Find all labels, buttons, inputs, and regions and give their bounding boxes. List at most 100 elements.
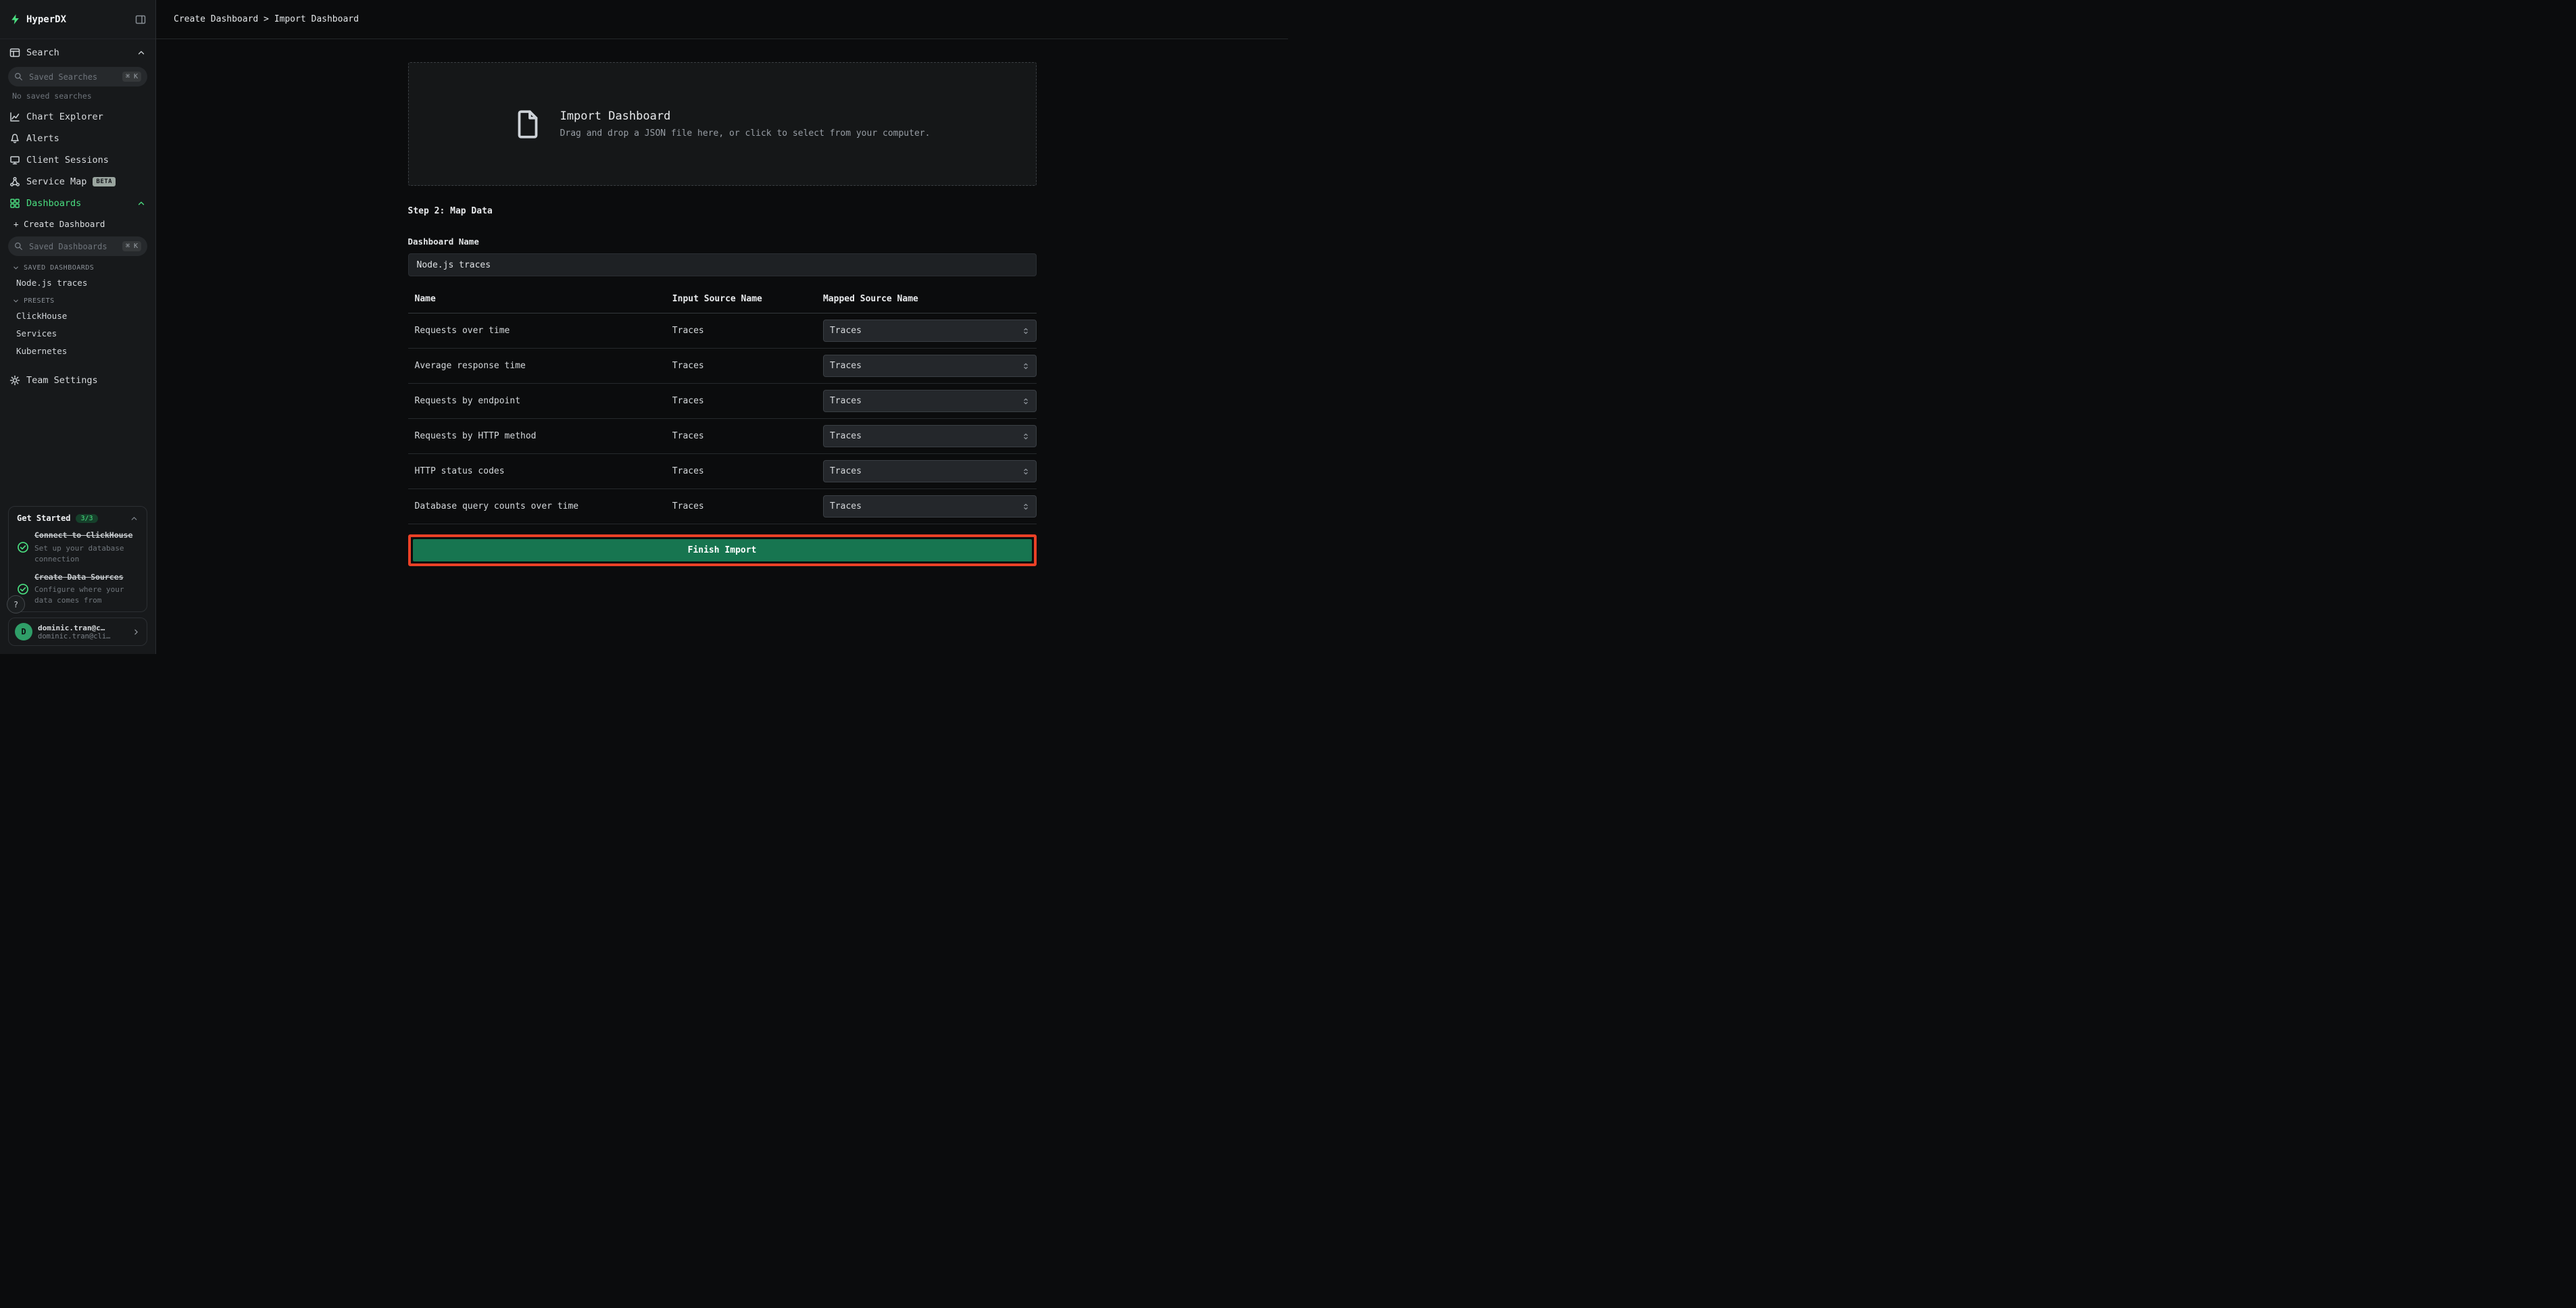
check-circle-icon xyxy=(17,583,29,595)
sidebar-item-chart-explorer[interactable]: Chart Explorer xyxy=(0,106,155,128)
mapped-source-value: Traces xyxy=(830,431,862,441)
get-started-item-title: Connect to ClickHouse xyxy=(34,530,132,540)
bell-icon xyxy=(9,133,20,144)
create-dashboard-button[interactable]: + Create Dashboard xyxy=(0,214,155,233)
row-name: Requests over time xyxy=(408,326,666,336)
topbar: Create Dashboard > Import Dashboard xyxy=(156,0,1288,39)
chart-explorer-icon xyxy=(9,111,20,122)
table-header-row: Name Input Source Name Mapped Source Nam… xyxy=(408,291,1037,313)
mapped-source-select[interactable]: Traces xyxy=(823,460,1037,482)
mapped-source-value: Traces xyxy=(830,396,862,406)
get-started-item-text: Create Data Sources Configure where your… xyxy=(34,572,139,606)
select-chevrons-icon xyxy=(1022,467,1030,476)
row-input-source: Traces xyxy=(666,466,816,476)
team-settings-label: Team Settings xyxy=(26,375,98,386)
presets-header[interactable]: PRESETS xyxy=(0,292,155,307)
sidebar-item-alerts[interactable]: Alerts xyxy=(0,128,155,149)
row-input-source: Traces xyxy=(666,326,816,336)
sidebar-item-client-sessions[interactable]: Client Sessions xyxy=(0,149,155,171)
app-title: HyperDX xyxy=(26,14,66,25)
preset-item-services[interactable]: Services xyxy=(0,325,155,343)
mapped-source-select[interactable]: Traces xyxy=(823,355,1037,377)
row-name: Average response time xyxy=(408,361,666,371)
get-started-title: Get Started xyxy=(17,513,70,523)
sidebar-item-service-map[interactable]: Service Map BETA xyxy=(0,171,155,193)
table-row: Requests over time Traces Traces xyxy=(408,313,1037,349)
table-row: Average response time Traces Traces xyxy=(408,349,1037,384)
saved-dashboards-header-label: SAVED DASHBOARDS xyxy=(24,264,94,272)
row-mapped-cell: Traces xyxy=(816,495,1037,518)
saved-searches-search[interactable]: ⌘ K xyxy=(8,67,147,86)
dropzone-subtitle: Drag and drop a JSON file here, or click… xyxy=(560,128,931,139)
saved-dashboards-header[interactable]: SAVED DASHBOARDS xyxy=(0,259,155,274)
dropzone-text: Import Dashboard Drag and drop a JSON fi… xyxy=(560,109,931,139)
row-name: Database query counts over time xyxy=(408,501,666,511)
chevron-right-icon xyxy=(132,628,141,636)
gear-icon xyxy=(9,375,20,386)
hyperdx-logo-icon xyxy=(9,14,21,25)
select-chevrons-icon xyxy=(1022,326,1030,336)
preset-item-clickhouse[interactable]: ClickHouse xyxy=(0,307,155,325)
presets-header-label: PRESETS xyxy=(24,297,55,305)
saved-dashboards-input[interactable] xyxy=(28,241,118,252)
select-chevrons-icon xyxy=(1022,432,1030,441)
check-circle-icon xyxy=(17,541,29,553)
user-email: dominic.tran@cli… xyxy=(38,632,110,640)
dashboard-item-nodejs-traces[interactable]: Node.js traces xyxy=(0,274,155,292)
mapped-source-value: Traces xyxy=(830,361,862,371)
help-button[interactable]: ? xyxy=(7,595,25,613)
service-map-icon xyxy=(9,176,20,187)
breadcrumb[interactable]: Create Dashboard > Import Dashboard xyxy=(174,14,359,24)
mapped-source-select[interactable]: Traces xyxy=(823,495,1037,518)
beta-badge: BETA xyxy=(93,177,116,186)
table-row: HTTP status codes Traces Traces xyxy=(408,454,1037,489)
chevron-down-icon xyxy=(12,297,20,305)
table-row: Requests by endpoint Traces Traces xyxy=(408,384,1037,419)
user-text: dominic.tran@c… dominic.tran@cli… xyxy=(38,624,110,640)
mapped-source-value: Traces xyxy=(830,466,862,476)
sidebar-item-search[interactable]: Search xyxy=(0,42,155,64)
get-started-header[interactable]: Get Started 3/3 xyxy=(17,513,139,523)
mapped-source-select[interactable]: Traces xyxy=(823,320,1037,342)
avatar: D xyxy=(15,623,32,640)
column-header-mapped-source: Mapped Source Name xyxy=(816,291,1037,313)
finish-import-button[interactable]: Finish Import xyxy=(413,539,1032,561)
dashboard-name-input[interactable] xyxy=(408,253,1037,276)
mapped-source-select[interactable]: Traces xyxy=(823,425,1037,447)
app-root: HyperDX Search xyxy=(0,0,1288,654)
import-column: Import Dashboard Drag and drop a JSON fi… xyxy=(408,62,1037,566)
no-saved-searches-text: No saved searches xyxy=(0,89,155,106)
row-mapped-cell: Traces xyxy=(816,320,1037,342)
sidebar-item-dashboards[interactable]: Dashboards xyxy=(0,193,155,214)
mapped-source-select[interactable]: Traces xyxy=(823,390,1037,412)
chevron-up-icon[interactable] xyxy=(130,514,139,523)
sidebar: HyperDX Search xyxy=(0,0,156,654)
saved-searches-input[interactable] xyxy=(28,72,118,82)
search-icon xyxy=(14,72,23,81)
get-started-item-sources[interactable]: Create Data Sources Configure where your… xyxy=(17,572,139,606)
row-name: Requests by endpoint xyxy=(408,396,666,406)
row-mapped-cell: Traces xyxy=(816,355,1037,377)
get-started-item-text: Connect to ClickHouse Set up your databa… xyxy=(34,530,139,564)
annotation-highlight-box: Finish Import xyxy=(408,534,1037,566)
table-row: Database query counts over time Traces T… xyxy=(408,489,1037,524)
column-header-name: Name xyxy=(408,291,666,313)
chevron-up-icon[interactable] xyxy=(137,48,146,57)
saved-dashboards-search[interactable]: ⌘ K xyxy=(8,236,147,256)
get-started-item-connect[interactable]: Connect to ClickHouse Set up your databa… xyxy=(17,530,139,564)
row-input-source: Traces xyxy=(666,431,816,441)
user-name: dominic.tran@c… xyxy=(38,624,110,632)
select-chevrons-icon xyxy=(1022,397,1030,406)
main-content: Import Dashboard Drag and drop a JSON fi… xyxy=(156,39,1288,654)
sidebar-nav: Search ⌘ K No saved searches Chart Explo… xyxy=(0,39,155,499)
select-chevrons-icon xyxy=(1022,502,1030,511)
import-dropzone[interactable]: Import Dashboard Drag and drop a JSON fi… xyxy=(408,62,1037,186)
service-map-label: Service Map xyxy=(26,176,86,187)
main-area: Create Dashboard > Import Dashboard Impo… xyxy=(156,0,1288,654)
user-menu[interactable]: D dominic.tran@c… dominic.tran@cli… xyxy=(8,618,147,646)
chevron-up-icon[interactable] xyxy=(137,199,146,208)
logo-row: HyperDX xyxy=(0,0,155,39)
sidebar-item-team-settings[interactable]: Team Settings xyxy=(0,370,155,391)
preset-item-kubernetes[interactable]: Kubernetes xyxy=(0,343,155,360)
collapse-sidebar-icon[interactable] xyxy=(135,14,146,25)
